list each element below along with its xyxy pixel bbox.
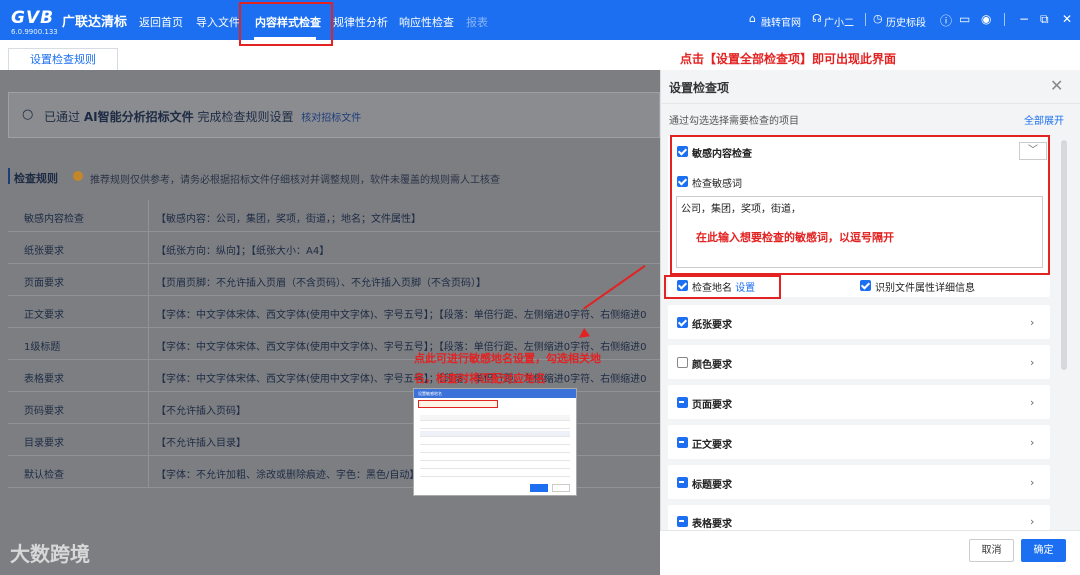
file-attr-label: 识别文件属性详细信息: [875, 283, 975, 294]
home-icon: ⌂: [749, 12, 756, 25]
file-attr-checkbox[interactable]: [860, 280, 871, 291]
table-checkbox[interactable]: [677, 516, 688, 527]
panel-title: 设置检查项: [669, 81, 730, 95]
rules-title: 检查规则: [14, 172, 58, 185]
panel-footer: [660, 530, 1080, 575]
chevron-right-icon: ›: [1030, 356, 1035, 369]
rule-row: 正文要求 【字体：中文字体宋体、西文字体(使用中文字体)、字号五号】；【段落：单…: [8, 296, 660, 328]
section-label-paper: 纸张要求: [692, 320, 732, 331]
separator: [865, 13, 866, 26]
ai-analysis-text: 已通过 AI智能分析招标文件 完成检查规则设置 核对招标文件: [44, 110, 362, 124]
chevron-right-icon: ›: [1030, 436, 1035, 449]
paper-checkbox[interactable]: [677, 317, 688, 328]
chevron-right-icon: ›: [1030, 316, 1035, 329]
search-icon: ○: [22, 107, 34, 122]
warning-icon: [73, 171, 83, 181]
rule-row: 页面要求 【页眉页脚：不允许插入页眉（不含页码）、不允许插入页脚（不含页码）】: [8, 264, 660, 296]
page-checkbox[interactable]: [677, 397, 688, 408]
divider: [660, 103, 1080, 104]
nav-import-file[interactable]: 导入文件: [196, 14, 240, 30]
confirm-button[interactable]: 确定: [1021, 539, 1066, 562]
close-window-icon[interactable]: ✕: [1062, 12, 1072, 26]
highlight-nav-box: [239, 2, 333, 46]
annotation-top: 点击【设置全部检查项】即可出现此界面: [680, 52, 897, 66]
panel-scrollbar[interactable]: [1061, 140, 1067, 370]
heading-checkbox[interactable]: [677, 477, 688, 488]
message-icon[interactable]: ▭: [959, 12, 970, 26]
nav-home[interactable]: 返回首页: [139, 14, 183, 30]
section-marker: [8, 168, 10, 184]
section-label-body: 正文要求: [692, 440, 732, 451]
expand-all-link[interactable]: 全部展开: [1024, 112, 1064, 127]
headset-icon: ☊: [812, 12, 822, 25]
section-label-page: 页面要求: [692, 400, 732, 411]
chevron-right-icon: ›: [1030, 515, 1035, 528]
rule-row: 纸张要求 【纸张方向：纵向】；【纸张大小：A4】: [8, 232, 660, 264]
section-label-color: 颜色要求: [692, 360, 732, 371]
highlight-sensitive-box: [670, 135, 1050, 275]
panel-subtitle: 通过勾选选择需要检查的项目: [669, 116, 799, 127]
section-label-table: 表格要求: [692, 519, 732, 530]
rule-row: 敏感内容检查 【敏感内容：公司，集团，奖项，街道，；地名；文件属性】: [8, 200, 660, 232]
body-checkbox[interactable]: [677, 437, 688, 448]
cancel-button[interactable]: 取消: [969, 539, 1014, 562]
chevron-right-icon: ›: [1030, 476, 1035, 489]
nav-report[interactable]: 报表: [466, 14, 488, 30]
app-version: 6.0.9900.133: [11, 28, 58, 36]
history-link[interactable]: 历史标段: [886, 14, 926, 29]
info-icon[interactable]: ⓘ: [940, 12, 952, 29]
user-icon[interactable]: ◉: [981, 12, 991, 26]
rules-tip: 推荐规则仅供参考，请务必根据招标文件仔细核对并调整规则，软件未覆盖的规则需人工核…: [90, 175, 500, 186]
official-site-link[interactable]: 融转官网: [761, 14, 801, 29]
clock-icon: ◷: [873, 12, 883, 25]
minimize-icon[interactable]: −: [1019, 12, 1029, 26]
separator: [1004, 13, 1005, 26]
app-window: GVB 广联达清标 6.0.9900.133 返回首页 导入文件 内容样式检查 …: [0, 0, 1080, 575]
nav-responsiveness-check[interactable]: 响应性检查: [399, 14, 454, 30]
place-setting-dialog-preview: 设置敏感地名: [413, 388, 577, 496]
tab-set-rules[interactable]: 设置检查规则: [8, 48, 118, 70]
check-tender-link[interactable]: 核对招标文件: [301, 113, 361, 124]
app-logo: GVB: [11, 8, 55, 28]
highlight-place-box: [664, 275, 781, 299]
chevron-right-icon: ›: [1030, 396, 1035, 409]
close-icon[interactable]: ✕: [1050, 76, 1063, 95]
nav-regularity-analysis[interactable]: 规律性分析: [333, 14, 388, 30]
top-bar: GVB 广联达清标 6.0.9900.133 返回首页 导入文件 内容样式检查 …: [0, 0, 1080, 40]
color-checkbox[interactable]: [677, 357, 688, 368]
app-name: 广联达清标: [62, 15, 128, 30]
annotation-place-setting: 点此可进行敏感地名设置，勾选相关地名，检查时将匹配对应地名: [414, 352, 601, 385]
assistant-link[interactable]: 广小二: [824, 14, 854, 29]
section-label-heading: 标题要求: [692, 480, 732, 491]
watermark: 大数跨境: [10, 542, 90, 566]
restore-icon[interactable]: ⧉: [1040, 12, 1049, 27]
